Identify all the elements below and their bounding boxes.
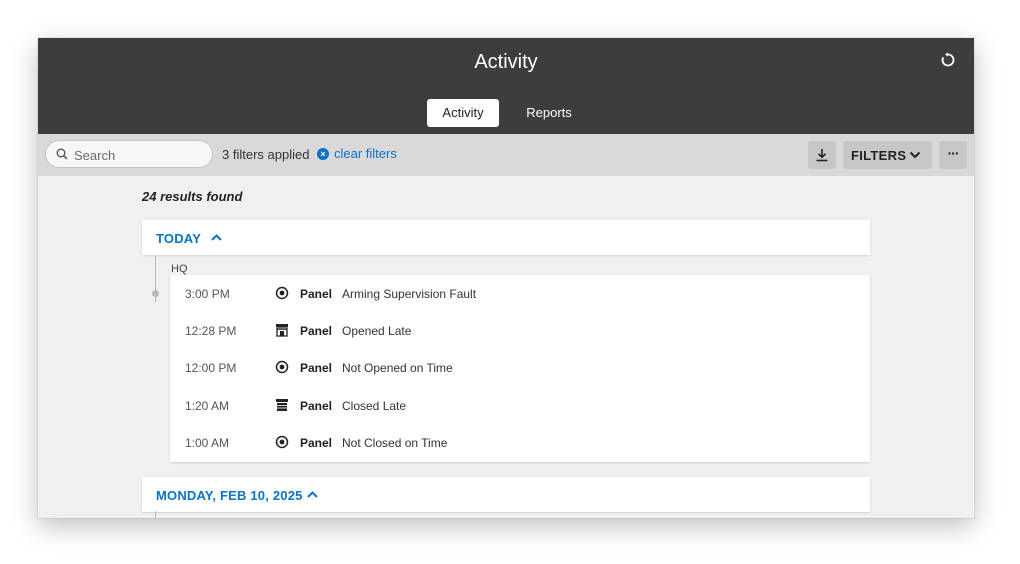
filters-button[interactable]: FILTERS xyxy=(843,141,932,169)
filters-button-label: FILTERS xyxy=(851,148,907,163)
ellipsis-icon: ··· xyxy=(947,145,960,161)
chevron-up-icon[interactable] xyxy=(211,234,222,241)
event-source: Panel xyxy=(300,361,333,375)
more-options-button[interactable]: ··· xyxy=(939,141,967,169)
group-header-today[interactable]: TODAY xyxy=(142,220,870,255)
clear-icon: × xyxy=(317,147,329,160)
event-time: 1:00 AM xyxy=(185,436,230,450)
tab-reports[interactable]: Reports xyxy=(515,99,583,127)
view-tabs: Activity Reports xyxy=(38,99,974,127)
event-description: Opened Late xyxy=(342,324,412,338)
target-icon xyxy=(275,286,289,300)
download-icon xyxy=(816,149,828,162)
page-title: Activity xyxy=(474,51,538,73)
event-description: Not Closed on Time xyxy=(342,436,448,450)
app-window: Activity Activity Reports 3 filters appl… xyxy=(38,38,974,518)
timeline-dot xyxy=(152,290,159,297)
event-row[interactable]: 1:20 AM Panel Closed Late xyxy=(170,387,870,424)
event-source: Panel xyxy=(300,324,333,338)
app-header: Activity Activity Reports xyxy=(38,38,974,134)
target-icon xyxy=(275,435,289,449)
event-description: Closed Late xyxy=(342,399,407,413)
filters-applied-text: 3 filters applied xyxy=(222,147,310,162)
event-time: 12:00 PM xyxy=(185,361,237,375)
chevron-up-icon[interactable] xyxy=(307,491,318,498)
search-icon xyxy=(56,148,68,160)
clear-filters-link[interactable]: × clear filters xyxy=(317,146,397,161)
group-header-monday[interactable]: MONDAY, FEB 10, 2025 xyxy=(142,477,870,512)
event-time: 12:28 PM xyxy=(185,324,237,338)
event-description: Arming Supervision Fault xyxy=(342,287,477,301)
event-source: Panel xyxy=(300,287,333,301)
filter-toolbar: 3 filters applied × clear filters FILTER… xyxy=(38,134,974,176)
search-box xyxy=(45,140,213,168)
clear-filters-label: clear filters xyxy=(334,146,397,161)
event-row[interactable]: 3:00 PM Panel Arming Supervision Fault xyxy=(170,275,870,312)
event-row[interactable]: 1:00 AM Panel Not Closed on Time xyxy=(170,424,870,461)
event-row[interactable]: 12:28 PM Panel Opened Late xyxy=(170,312,870,349)
timeline-line xyxy=(155,511,156,518)
group-label: TODAY xyxy=(156,231,202,246)
event-description: Not Opened on Time xyxy=(342,361,453,375)
event-time: 1:20 AM xyxy=(185,399,230,413)
event-source: Panel xyxy=(300,436,333,450)
store-closed-icon xyxy=(276,399,288,411)
refresh-icon[interactable] xyxy=(940,52,956,68)
event-row[interactable]: 12:00 PM Panel Not Opened on Time xyxy=(170,349,870,386)
tab-activity[interactable]: Activity xyxy=(427,99,499,127)
chevron-down-icon xyxy=(909,151,921,159)
store-open-icon xyxy=(276,324,288,337)
download-button[interactable] xyxy=(808,141,836,169)
site-label: HQ xyxy=(171,263,188,275)
group-label: MONDAY, FEB 10, 2025 xyxy=(156,488,303,503)
event-time: 3:00 PM xyxy=(185,287,230,301)
event-list: 3:00 PM Panel Arming Supervision Fault 1… xyxy=(170,275,870,462)
results-count: 24 results found xyxy=(142,189,243,204)
search-input[interactable] xyxy=(72,144,211,166)
event-source: Panel xyxy=(300,399,333,413)
target-icon xyxy=(275,360,289,374)
